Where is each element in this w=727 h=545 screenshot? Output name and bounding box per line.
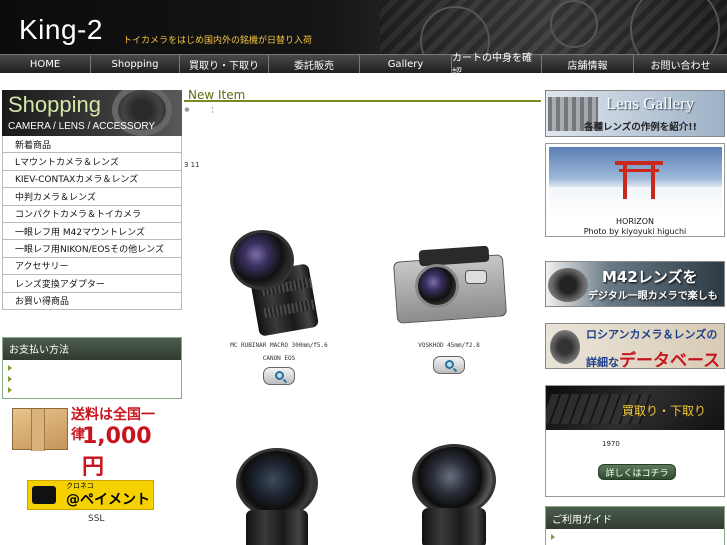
site-logo[interactable]: King-2 [19,14,103,46]
nav-store-info[interactable]: 店舗情報 [542,55,634,73]
nav-shopping[interactable]: Shopping [91,55,180,73]
russian-banner-line2a: 詳細な [586,356,619,369]
nav-contact[interactable]: お問い合わせ [634,55,727,73]
guide-list [546,529,724,545]
right-sidebar: Lens Gallery 各種レンズの作例を紹介!! HORIZON Photo… [545,90,725,545]
page-title: New Item [184,88,541,102]
main-content: New Item ※ ： 3 11 MC RUBINAR MACRO 300mm… [184,88,541,545]
buyback-title: 買取り・下取り [622,404,707,418]
shipping-promo-price: 1,000円 [82,424,152,480]
product-card [408,438,500,545]
russian-camera-banner[interactable]: ロシアンカメラ＆レンズの 詳細なデータベース [545,323,725,369]
product-image[interactable] [389,236,509,338]
russian-banner-line2b: データベース [619,351,721,369]
horizon-caption: HORIZON Photo by kiyoyuki higuchi [546,217,724,236]
bullet-icon [551,533,555,540]
cardboard-box-icon [12,408,68,451]
nav-buyback[interactable]: 買取り・下取り [180,55,269,73]
product-mount: CANON EOS [262,355,296,362]
buyback-note: 1970 [602,440,620,448]
black-cat-icon [32,486,56,504]
shopping-banner[interactable]: Shopping CAMERA / LENS / ACCESSORY [2,90,182,136]
shopping-title: Shopping [8,92,101,117]
guide-title: ご利用ガイド [546,507,724,529]
header-camera-illustration [380,0,727,54]
payment-box: お支払い方法 [2,336,182,399]
category-list: 新着商品 Lマウントカメラ＆レンズ KIEV-CONTAXカメラ＆レンズ 中判カ… [2,136,182,310]
payment-item[interactable] [3,374,181,385]
category-accessory[interactable]: アクセサリー [3,257,181,276]
buyback-box: 買取り・下取り 1970 詳しくはコチラ [545,385,725,497]
horizon-credit: Photo by kiyoyuki higuchi [583,227,687,236]
lens-gallery-subtitle: 各種レンズの作例を紹介!! [584,122,697,133]
russian-banner-line2: 詳細なデータベース [586,346,721,369]
site-tagline: トイカメラをはじめ国内外の銘機が日替り入荷 [123,36,313,46]
category-adapter[interactable]: レンズ変換アダプター [3,275,181,293]
product-name[interactable]: MC RUBINAR MACRO 300mm/f5.6 [194,340,364,351]
product-card: VOSKHOD 45mm/f2.8 [364,236,534,378]
notice-text: ※ ： [184,106,218,114]
payment-title: お支払い方法 [3,337,181,360]
category-compact-toy[interactable]: コンパクトカメラ＆トイカメラ [3,205,181,223]
bullet-icon [8,365,12,372]
ssl-label: SSL [88,514,105,524]
zoom-button[interactable] [263,367,295,385]
m42-banner-line1: M42レンズを [602,268,698,286]
m42-banner[interactable]: M42レンズを デジタル一眼カメラで楽しもう!! [545,261,725,307]
category-kiev-contax[interactable]: KIEV-CONTAXカメラ＆レンズ [3,170,181,189]
lens-gallery-banner[interactable]: Lens Gallery 各種レンズの作例を紹介!! [545,90,725,137]
shipping-promo: 送料は全国一律 1,000円 [12,402,166,480]
product-name[interactable]: VOSKHOD 45mm/f2.8 [364,340,534,351]
left-sidebar: Shopping CAMERA / LENS / ACCESSORY 新着商品 … [2,90,182,399]
shopping-subtitle: CAMERA / LENS / ACCESSORY [8,121,156,132]
horizon-title: HORIZON [616,217,654,226]
payment-item[interactable] [3,363,181,374]
payment-list [3,359,181,398]
magnifier-icon [275,371,284,380]
category-bargain[interactable]: お買い得商品 [3,292,181,310]
category-medium-format[interactable]: 中判カメラ＆レンズ [3,188,181,206]
nav-gallery[interactable]: Gallery [360,55,452,73]
item-count: 3 11 [184,161,200,169]
kuroneko-main-text: @ペイメント [66,492,150,508]
m42-banner-line2: デジタル一眼カメラで楽しもう!! [588,291,718,302]
product-image[interactable] [408,438,500,545]
category-new[interactable]: 新着商品 [3,136,181,154]
main-nav: HOME Shopping 買取り・下取り 委託販売 Gallery カートの中… [0,53,727,79]
horizon-photo[interactable] [549,147,722,216]
details-button[interactable]: 詳しくはコチラ [598,464,676,480]
category-m42-lens[interactable]: 一眼レフ用 M42マウントレンズ [3,222,181,241]
category-nikon-eos-lens[interactable]: 一眼レフ用NIKON/EOSその他レンズ [3,240,181,258]
payment-item[interactable] [3,385,181,396]
guide-box: ご利用ガイド [545,506,725,545]
product-card: MC RUBINAR MACRO 300mm/f5.6 CANON EOS [194,228,364,389]
lens-gallery-title: Lens Gallery [606,94,695,113]
product-image[interactable] [232,444,322,545]
product-card [232,444,322,545]
zoom-button[interactable] [433,356,465,374]
bullet-icon [8,387,12,394]
site-header: King-2 トイカメラをはじめ国内外の銘機が日替り入荷 [0,0,727,54]
kuroneko-payment-logo[interactable]: クロネコ @ペイメント [27,480,154,510]
nav-consignment[interactable]: 委託販売 [269,55,360,73]
product-image[interactable] [224,228,334,338]
russian-banner-line1: ロシアンカメラ＆レンズの [586,328,718,341]
category-l-mount[interactable]: Lマウントカメラ＆レンズ [3,153,181,171]
buyback-banner[interactable]: 買取り・下取り [546,386,724,430]
page: King-2 トイカメラをはじめ国内外の銘機が日替り入荷 HOME Shoppi… [0,0,727,545]
horizon-photo-box: HORIZON Photo by kiyoyuki higuchi [545,143,725,237]
nav-home[interactable]: HOME [0,55,91,73]
bullet-icon [8,376,12,383]
guide-item[interactable] [546,531,724,542]
nav-cart[interactable]: カートの中身を確認 [452,53,542,79]
magnifier-icon [445,360,454,369]
